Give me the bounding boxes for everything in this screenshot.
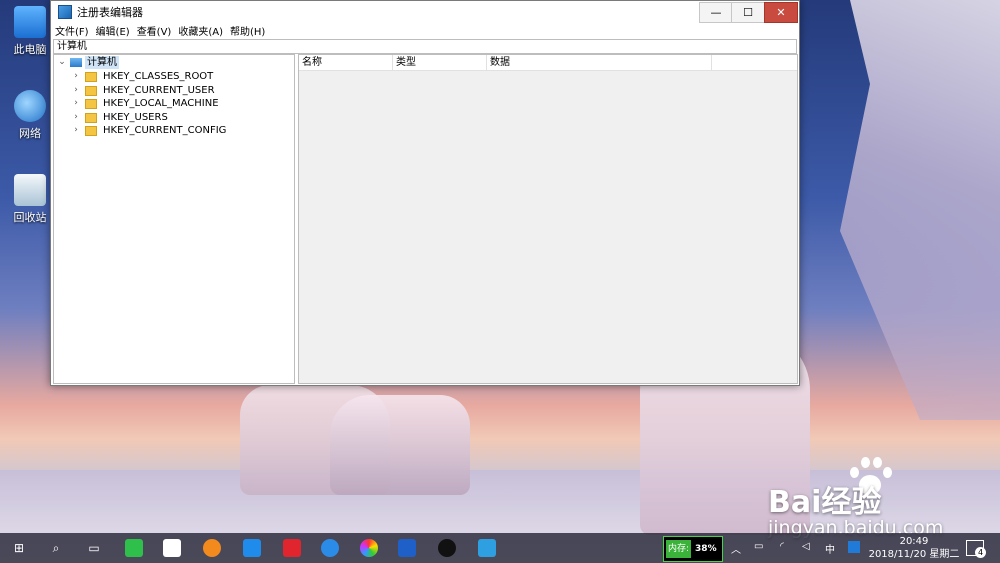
folder-icon [85,85,97,96]
qq-icon[interactable] [438,539,456,557]
menu-edit[interactable]: 编辑(E) [96,23,130,38]
chevron-right-icon[interactable]: › [71,97,81,110]
chevron-up-icon[interactable]: ︿ [731,541,741,556]
desktop-icon-label: 网络 [19,127,41,140]
values-list: 名称 类型 数据 [298,54,798,384]
minimize-button[interactable]: — [699,2,733,23]
ime-indicator[interactable]: 中 [825,541,835,556]
desktop-icon-recycle-bin[interactable]: 回收站 [8,174,52,225]
tree-node-label: HKEY_LOCAL_MACHINE [103,98,219,109]
wifi-icon[interactable]: ◜ [780,541,784,552]
regedit-taskbar-icon[interactable] [478,539,496,557]
memory-label: 内存: [666,540,692,558]
column-header-data[interactable]: 数据 [487,55,712,70]
background-ice-2 [330,395,470,495]
chevron-right-icon[interactable]: › [71,124,81,137]
folder-icon [85,112,97,123]
menu-view[interactable]: 查看(V) [137,23,172,38]
tree-node-hklm[interactable]: › HKEY_LOCAL_MACHINE [71,97,219,110]
background-ice-right [840,0,1000,420]
wechat-icon[interactable] [125,539,143,557]
chevron-right-icon[interactable]: › [71,70,81,83]
paper-plane-app-icon[interactable] [163,539,181,557]
close-button[interactable]: ✕ [764,2,798,23]
address-bar[interactable]: 计算机 [53,39,797,54]
window-title: 注册表编辑器 [77,6,143,19]
user-icon[interactable] [848,541,860,553]
menu-help[interactable]: 帮助(H) [230,23,265,38]
recycle-bin-icon [14,174,46,206]
clock[interactable]: 20:49 2018/11/20 星期二 [868,535,960,561]
memory-widget[interactable]: 内存: 38% [663,536,723,562]
tree-root-computer[interactable]: ⌄ 计算机 [57,56,119,69]
folder-icon [85,98,97,109]
menu-favorites[interactable]: 收藏夹(A) [178,23,223,38]
column-header-type[interactable]: 类型 [393,55,487,70]
regedit-app-icon [58,5,72,19]
volume-icon[interactable]: ◁ [802,541,810,552]
edge-browser-icon[interactable] [321,539,339,557]
chevron-right-icon[interactable]: › [71,111,81,124]
windows-start-icon[interactable]: ⊞ [10,539,28,557]
folder-icon [85,125,97,136]
taskbar: ⊞ ⌕ ▭ 内存: 38% ︿ ▭ ◜ ◁ 中 20:49 2018/11/20… [0,533,1000,563]
desktop-icon-this-pc[interactable]: 此电脑 [8,6,52,57]
watermark-brand: Bai经验 [768,485,882,520]
computer-icon [70,58,82,67]
menu-file[interactable]: 文件(F) [55,23,89,38]
menu-bar: 文件(F) 编辑(E) 查看(V) 收藏夹(A) 帮助(H) [51,23,799,38]
colorful-app-icon[interactable] [360,539,378,557]
registry-tree: ⌄ 计算机 › HKEY_CLASSES_ROOT › HKEY_CURRENT… [53,54,295,384]
column-header-name[interactable]: 名称 [299,55,393,70]
memory-value: 38% [695,544,717,554]
clock-date: 2018/11/20 星期二 [868,549,960,560]
tree-node-hkcc[interactable]: › HKEY_CURRENT_CONFIG [71,124,226,137]
maximize-button[interactable]: ☐ [731,2,765,23]
desktop-icon-label: 回收站 [13,211,47,224]
tree-node-label: HKEY_USERS [103,112,168,123]
battery-icon[interactable]: ▭ [754,541,763,552]
red-app-icon[interactable] [283,539,301,557]
tree-node-label: HKEY_CLASSES_ROOT [103,71,214,82]
translate-app-icon[interactable] [398,539,416,557]
list-header: 名称 类型 数据 [299,55,797,71]
desktop-icon-label: 此电脑 [13,43,47,56]
chevron-down-icon[interactable]: ⌄ [57,56,67,69]
headphone-app-icon[interactable] [203,539,221,557]
tree-node-label: 计算机 [85,56,119,69]
notification-count: 4 [975,547,986,558]
tree-node-hkcr[interactable]: › HKEY_CLASSES_ROOT [71,70,213,83]
clock-time: 20:49 [899,536,929,547]
folder-icon [85,71,97,82]
tree-node-hkcu[interactable]: › HKEY_CURRENT_USER [71,84,215,97]
network-icon [14,90,46,122]
registry-editor-window: 注册表编辑器 — ☐ ✕ 文件(F) 编辑(E) 查看(V) 收藏夹(A) 帮助… [50,0,800,386]
computer-icon [14,6,46,38]
task-view-icon[interactable]: ▭ [85,539,103,557]
store-app-icon[interactable] [243,539,261,557]
chevron-right-icon[interactable]: › [71,84,81,97]
desktop-icon-network[interactable]: 网络 [8,90,52,141]
tree-node-hku[interactable]: › HKEY_USERS [71,111,168,124]
tree-node-label: HKEY_CURRENT_CONFIG [103,125,227,136]
title-bar[interactable]: 注册表编辑器 — ☐ ✕ [51,1,799,23]
search-icon[interactable]: ⌕ [47,539,65,557]
tree-node-label: HKEY_CURRENT_USER [103,85,215,96]
